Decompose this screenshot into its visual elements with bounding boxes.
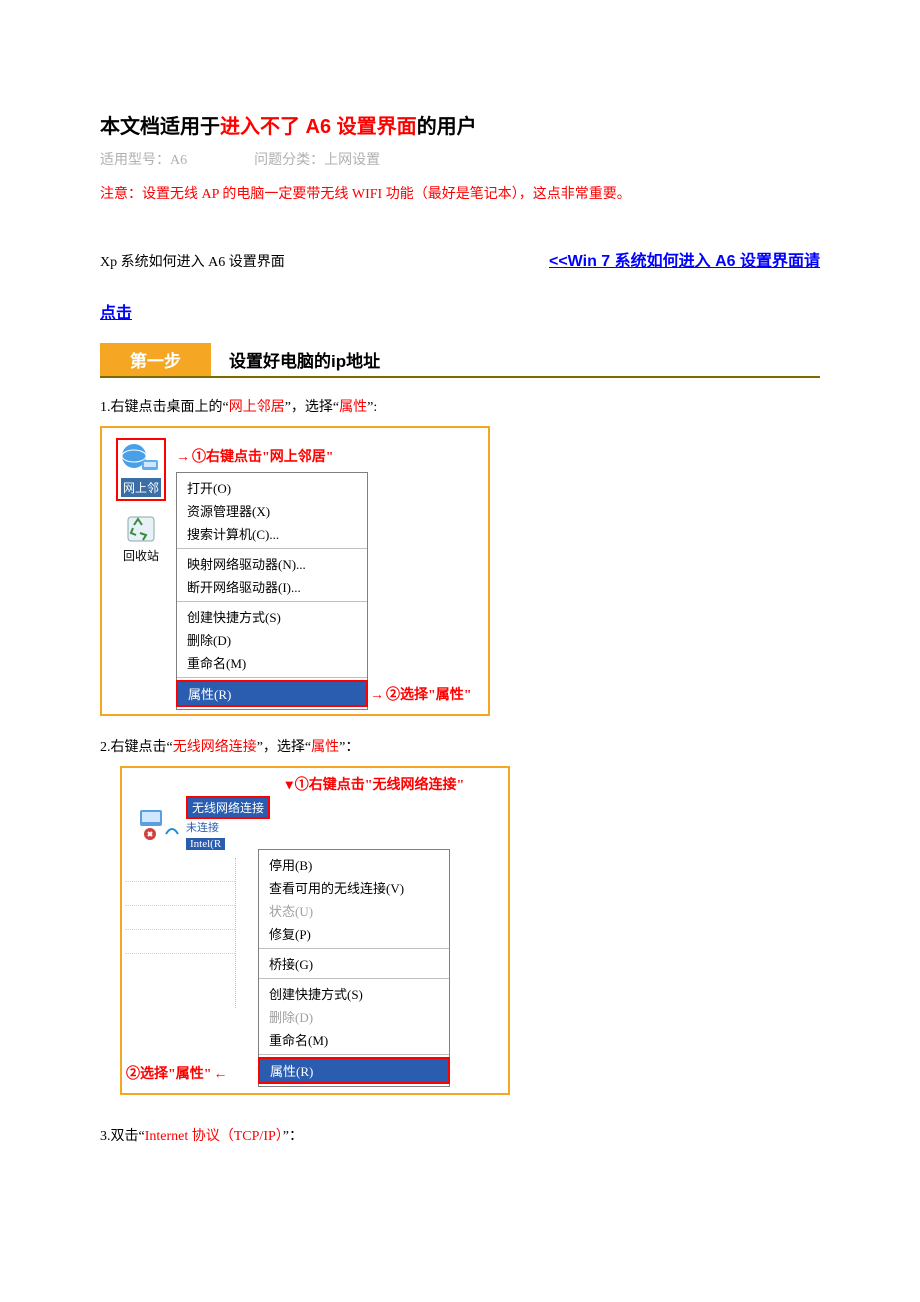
highlight-properties: 属性 [339,400,367,415]
menu-item-status: 状态(U) [259,899,449,922]
annotation-3: ▾①右键点击"无线网络连接" [248,774,502,794]
arrow-right-icon: → [370,688,384,703]
arrow-right-icon: → [176,450,190,465]
my-network-places-label: 网上邻 [121,478,161,497]
screenshot-1: 网上邻 回收站 →①右键点击"网上邻居" 打开(O) 资源管理器(X) 搜索计算… [100,426,490,716]
instruction-1: 1.右键点击桌面上的“网上邻居”，选择“属性”: [100,396,820,416]
wireless-connection-label[interactable]: 无线网络连接 [186,796,270,819]
title-prefix: 本文档适用于 [100,116,220,138]
menu-item-rename-2[interactable]: 重命名(M) [259,1028,449,1051]
menu-item-rename[interactable]: 重命名(M) [177,651,367,674]
menu-item-view-wireless[interactable]: 查看可用的无线连接(V) [259,876,449,899]
highlight-wireless: 无线网络连接 [173,740,257,755]
warning-text: 注意：设置无线 AP 的电脑一定要带无线 WIFI 功能（最好是笔记本），这点非… [100,183,820,203]
meta-model-value: A6 [170,153,187,168]
menu-item-search-computer[interactable]: 搜索计算机(C)... [177,522,367,545]
recycle-bin-label: 回收站 [106,547,176,564]
context-menu-1: 打开(O) 资源管理器(X) 搜索计算机(C)... 映射网络驱动器(N)...… [176,472,368,710]
screenshot-2: ▾①右键点击"无线网络连接" 无线网络连接 未连接 Intel(R 停用(B) … [120,766,510,1095]
highlight-tcpip: Internet 协议（TCP/IP） [145,1129,283,1144]
highlight-properties-2: 属性 [311,740,339,755]
menu-item-disconnect-drive[interactable]: 断开网络驱动器(I)... [177,575,367,598]
meta-category-value: 上网设置 [324,153,380,168]
menu-item-delete[interactable]: 删除(D) [177,628,367,651]
wireless-connection-icon [136,804,184,844]
arrow-left-icon: ← [214,1067,228,1082]
page: 本文档适用于进入不了 A6 设置界面的用户 适用型号：A6 问题分类：上网设置 … [0,0,920,1302]
annotation-1: →①右键点击"网上邻居" [176,432,368,466]
meta-line: 适用型号：A6 问题分类：上网设置 [100,149,820,169]
menu-item-repair[interactable]: 修复(P) [259,922,449,945]
menu-item-bridge[interactable]: 桥接(G) [259,952,449,975]
menu-item-map-drive[interactable]: 映射网络驱动器(N)... [177,552,367,575]
instruction-2: 2.右键点击“无线网络连接”，选择“属性”： [100,736,820,756]
menu-item-open[interactable]: 打开(O) [177,476,367,499]
wireless-adapter: Intel(R [186,838,225,850]
click-link[interactable]: 点击 [100,305,132,322]
win7-link[interactable]: <<Win 7 系统如何进入 A6 设置界面请 [549,253,820,270]
highlight-mynetwork: 网上邻居 [229,400,285,415]
title-suffix: 的用户 [417,116,477,138]
menu-item-delete-2: 删除(D) [259,1005,449,1028]
sidebar-ghost [125,858,236,1008]
arrow-down-right-icon: ▾ [286,778,293,793]
annotation-4: ②选择"属性"← [126,1063,228,1083]
nav-row: Xp 系统如何进入 A6 设置界面 <<Win 7 系统如何进入 A6 设置界面… [100,247,820,271]
step-header: 第一步 设置好电脑的ip地址 [100,343,820,378]
meta-model-label: 适用型号： [100,153,170,168]
menu-item-create-shortcut[interactable]: 创建快捷方式(S) [177,605,367,628]
doc-title: 本文档适用于进入不了 A6 设置界面的用户 [100,110,820,139]
xp-section-heading: Xp 系统如何进入 A6 设置界面 [100,251,549,271]
meta-category-label: 问题分类： [254,153,324,168]
recycle-bin-icon [122,507,160,545]
network-places-icon [120,442,162,476]
step-tag: 第一步 [100,343,211,376]
menu-item-create-shortcut-2[interactable]: 创建快捷方式(S) [259,982,449,1005]
annotation-2: →②选择"属性" [370,684,472,704]
menu-item-properties[interactable]: 属性(R) [176,680,368,707]
context-menu-2: 停用(B) 查看可用的无线连接(V) 状态(U) 修复(P) 桥接(G) 创建快… [258,849,450,1087]
menu-item-properties-2[interactable]: 属性(R) [258,1057,450,1084]
step-title: 设置好电脑的ip地址 [211,343,398,376]
menu-item-disable[interactable]: 停用(B) [259,853,449,876]
menu-item-explorer[interactable]: 资源管理器(X) [177,499,367,522]
my-network-places-icon-box: 网上邻 [116,438,166,501]
wireless-status: 未连接 [186,819,270,835]
instruction-3: 3.双击“Internet 协议（TCP/IP）”： [100,1125,820,1145]
title-highlight: 进入不了 A6 设置界面 [220,116,417,138]
